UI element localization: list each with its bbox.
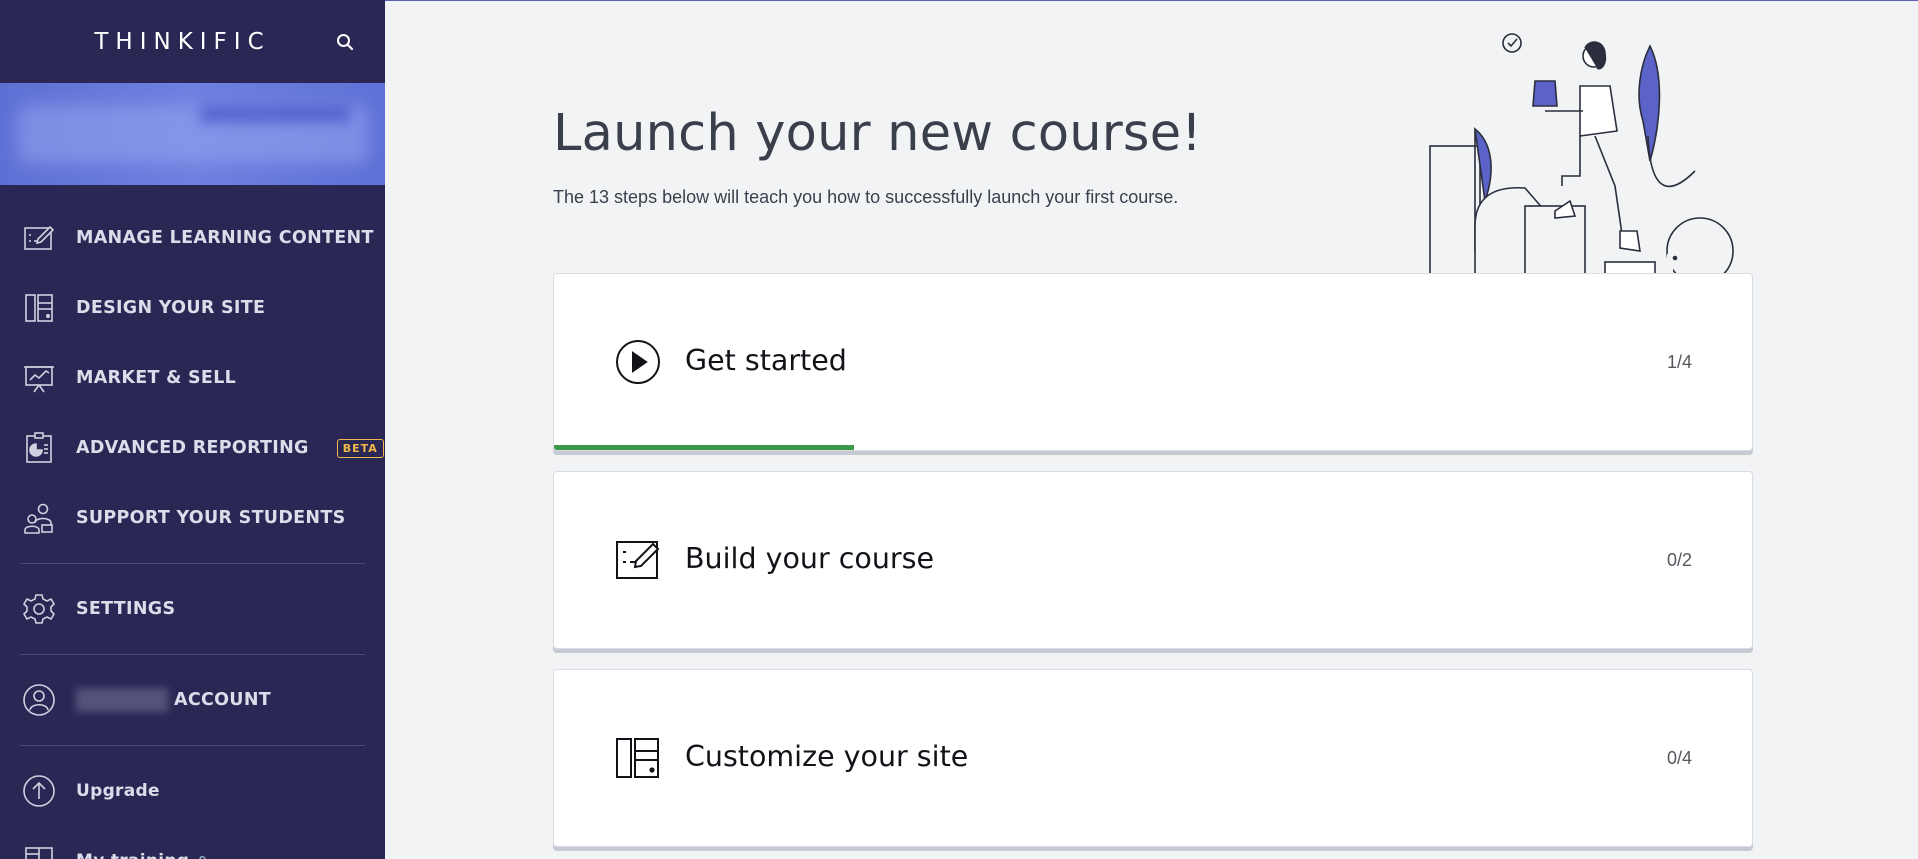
sidebar-item-upgrade[interactable]: Upgrade bbox=[0, 756, 385, 826]
edit-content-icon bbox=[614, 536, 662, 584]
sidebar-item-label: ACCOUNT bbox=[76, 688, 271, 712]
sidebar-item-label: My training 🔒 bbox=[76, 851, 210, 859]
step-count: 0/2 bbox=[1666, 550, 1692, 570]
sidebar-divider bbox=[20, 745, 365, 746]
play-circle-icon bbox=[614, 338, 662, 386]
sidebar: THINKIFIC MANAGE LEARNING CONTENT DESIGN… bbox=[0, 0, 385, 859]
report-icon bbox=[22, 431, 56, 465]
step-title: Get started bbox=[685, 344, 847, 377]
sidebar-item-label: Upgrade bbox=[76, 781, 160, 801]
layout-icon bbox=[614, 734, 662, 782]
account-label: ACCOUNT bbox=[174, 690, 271, 710]
edit-content-icon bbox=[22, 221, 56, 255]
sidebar-nav: MANAGE LEARNING CONTENT DESIGN YOUR SITE… bbox=[0, 185, 385, 859]
sidebar-divider bbox=[20, 563, 365, 564]
sidebar-item-label: MANAGE LEARNING CONTENT bbox=[76, 228, 374, 248]
step-count: 1/4 bbox=[1666, 352, 1692, 372]
sidebar-item-settings[interactable]: SETTINGS bbox=[0, 574, 385, 644]
sidebar-item-market-sell[interactable]: MARKET & SELL bbox=[0, 343, 385, 413]
step-title: Customize your site bbox=[685, 740, 969, 773]
my-training-label: My training bbox=[76, 851, 189, 859]
brand-header: THINKIFIC bbox=[0, 0, 385, 83]
step-card-build-your-course[interactable]: Build your course 0/2 bbox=[553, 471, 1753, 649]
sidebar-item-my-training[interactable]: My training 🔒 bbox=[0, 826, 385, 859]
students-icon bbox=[22, 501, 56, 535]
lock-icon: 🔒 bbox=[195, 855, 210, 859]
chart-board-icon bbox=[22, 361, 56, 395]
account-name-redacted bbox=[76, 688, 168, 712]
beta-badge: BETA bbox=[336, 438, 384, 458]
school-banner[interactable] bbox=[0, 83, 385, 185]
sidebar-item-support-your-students[interactable]: SUPPORT YOUR STUDENTS bbox=[0, 483, 385, 553]
sidebar-divider bbox=[20, 654, 365, 655]
step-count: 0/4 bbox=[1666, 748, 1692, 768]
main-content: Launch your new course! The 13 steps bel… bbox=[385, 0, 1918, 859]
sidebar-item-label: SETTINGS bbox=[76, 599, 176, 619]
page-subtitle: The 13 steps below will teach you how to… bbox=[553, 187, 1179, 207]
thinkific-logo[interactable]: THINKIFIC bbox=[94, 29, 270, 55]
book-icon bbox=[22, 844, 56, 859]
step-card-customize-your-site[interactable]: Customize your site 0/4 bbox=[553, 669, 1753, 847]
user-circle-icon bbox=[22, 683, 56, 717]
sidebar-item-label: DESIGN YOUR SITE bbox=[76, 298, 266, 318]
sidebar-item-label: MARKET & SELL bbox=[76, 368, 237, 388]
page-title: Launch your new course! bbox=[553, 104, 1202, 163]
upgrade-arrow-icon bbox=[22, 774, 56, 808]
search-icon[interactable] bbox=[335, 32, 355, 52]
step-card-get-started[interactable]: Get started 1/4 bbox=[553, 273, 1753, 451]
gear-icon bbox=[22, 592, 56, 626]
step-title: Build your course bbox=[685, 542, 935, 575]
person-on-steps-illustration bbox=[1429, 33, 1734, 274]
sidebar-item-label: ADVANCED REPORTING bbox=[76, 438, 309, 458]
sidebar-item-advanced-reporting[interactable]: ADVANCED REPORTING BETA bbox=[0, 413, 385, 483]
sidebar-item-design-your-site[interactable]: DESIGN YOUR SITE bbox=[0, 273, 385, 343]
sidebar-item-account[interactable]: ACCOUNT bbox=[0, 665, 385, 735]
layout-icon bbox=[22, 291, 56, 325]
step-progress-bar bbox=[554, 445, 854, 450]
sidebar-item-manage-learning-content[interactable]: MANAGE LEARNING CONTENT bbox=[0, 203, 385, 273]
sidebar-item-label: SUPPORT YOUR STUDENTS bbox=[76, 508, 346, 528]
